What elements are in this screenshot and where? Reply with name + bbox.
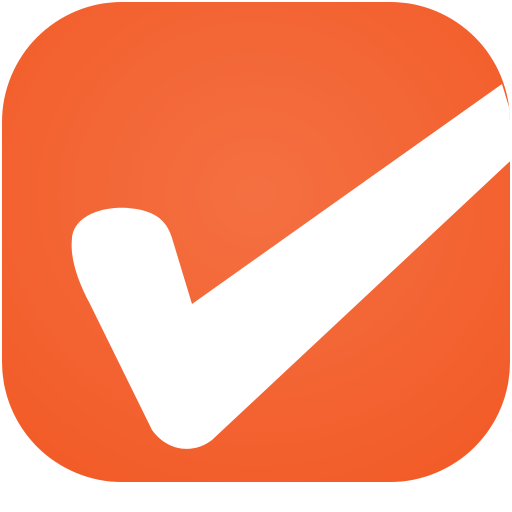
checkmark-app-icon[interactable] (2, 2, 510, 482)
app-icon-container (0, 0, 512, 512)
